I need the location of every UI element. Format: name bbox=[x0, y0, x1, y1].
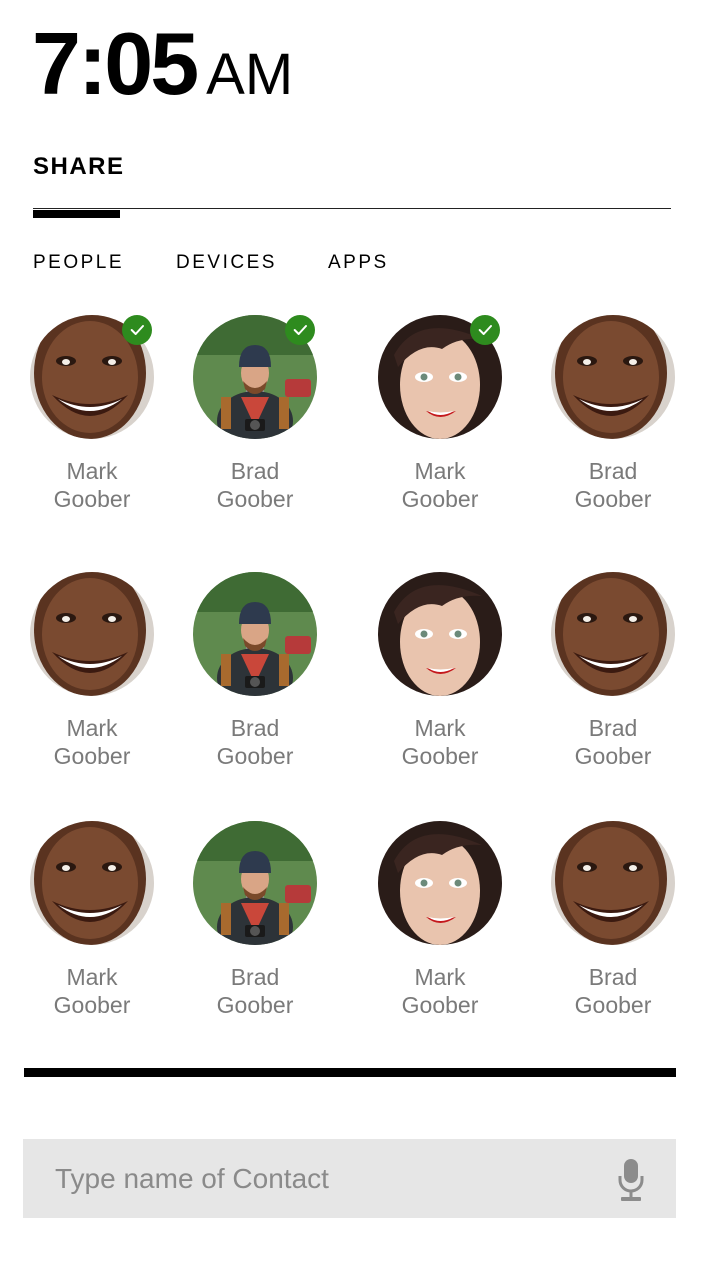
selected-check-icon bbox=[285, 315, 315, 345]
contact-card[interactable]: Mark Goober bbox=[355, 572, 525, 770]
contact-name: Brad Goober bbox=[170, 714, 340, 770]
tab-apps[interactable]: APPS bbox=[328, 252, 389, 274]
contact-card[interactable]: Brad Goober bbox=[528, 821, 698, 1019]
contact-card[interactable]: Brad Goober bbox=[528, 572, 698, 770]
contact-last-name: Goober bbox=[53, 486, 131, 512]
contact-card[interactable]: Brad Goober bbox=[528, 315, 698, 513]
avatar bbox=[551, 315, 675, 439]
contact-card[interactable]: Mark Goober bbox=[7, 572, 177, 770]
contact-search-input[interactable] bbox=[23, 1139, 615, 1218]
contact-avatar-wrap bbox=[551, 572, 675, 696]
tab-bar: PEOPLE DEVICES APPS bbox=[0, 252, 720, 276]
contact-avatar-wrap bbox=[30, 821, 154, 945]
contact-card[interactable]: Mark Goober bbox=[7, 315, 177, 513]
contact-first-name: Brad bbox=[230, 715, 280, 741]
avatar bbox=[30, 572, 154, 696]
contact-last-name: Goober bbox=[574, 486, 652, 512]
contact-last-name: Goober bbox=[216, 486, 294, 512]
contact-name: Mark Goober bbox=[7, 714, 177, 770]
tab-devices[interactable]: DEVICES bbox=[176, 252, 277, 274]
contact-last-name: Goober bbox=[401, 743, 479, 769]
contact-last-name: Goober bbox=[216, 992, 294, 1018]
contact-name: Brad Goober bbox=[528, 714, 698, 770]
avatar bbox=[551, 572, 675, 696]
contact-first-name: Brad bbox=[230, 964, 280, 990]
contact-last-name: Goober bbox=[53, 743, 131, 769]
clock: 7:05 AM bbox=[32, 20, 293, 108]
contact-last-name: Goober bbox=[216, 743, 294, 769]
contact-avatar-wrap bbox=[193, 821, 317, 945]
contact-last-name: Goober bbox=[574, 992, 652, 1018]
contact-name: Mark Goober bbox=[7, 963, 177, 1019]
microphone-icon[interactable] bbox=[616, 1157, 646, 1203]
contact-name: Mark Goober bbox=[7, 457, 177, 513]
avatar bbox=[551, 821, 675, 945]
contact-name: Brad Goober bbox=[170, 963, 340, 1019]
contact-name: Mark Goober bbox=[355, 714, 525, 770]
bottom-divider bbox=[24, 1068, 676, 1077]
contact-avatar-wrap bbox=[378, 572, 502, 696]
avatar bbox=[193, 572, 317, 696]
contact-card[interactable]: Brad Goober bbox=[170, 315, 340, 513]
contact-last-name: Goober bbox=[401, 992, 479, 1018]
contact-avatar-wrap bbox=[551, 315, 675, 439]
contact-name: Mark Goober bbox=[355, 963, 525, 1019]
contact-avatar-wrap bbox=[30, 315, 154, 439]
contact-last-name: Goober bbox=[401, 486, 479, 512]
contact-last-name: Goober bbox=[574, 743, 652, 769]
active-tab-indicator bbox=[33, 210, 120, 218]
contact-first-name: Brad bbox=[230, 458, 280, 484]
contact-avatar-wrap bbox=[551, 821, 675, 945]
selected-check-icon bbox=[122, 315, 152, 345]
contact-avatar-wrap bbox=[30, 572, 154, 696]
contact-card[interactable]: Mark Goober bbox=[355, 315, 525, 513]
contact-name: Brad Goober bbox=[528, 963, 698, 1019]
contact-card[interactable]: Brad Goober bbox=[170, 572, 340, 770]
contact-first-name: Brad bbox=[588, 964, 638, 990]
contact-avatar-wrap bbox=[378, 821, 502, 945]
clock-ampm: AM bbox=[206, 42, 294, 107]
tab-people[interactable]: PEOPLE bbox=[33, 252, 124, 274]
contact-search-bar bbox=[23, 1139, 676, 1218]
contact-name: Brad Goober bbox=[170, 457, 340, 513]
contact-first-name: Mark bbox=[66, 715, 118, 741]
clock-time: 7:05 bbox=[32, 14, 199, 113]
contact-name: Mark Goober bbox=[355, 457, 525, 513]
contact-avatar-wrap bbox=[193, 315, 317, 439]
contact-first-name: Brad bbox=[588, 715, 638, 741]
contact-first-name: Mark bbox=[66, 964, 118, 990]
contact-first-name: Mark bbox=[66, 458, 118, 484]
contact-first-name: Mark bbox=[414, 964, 466, 990]
contact-name: Brad Goober bbox=[528, 457, 698, 513]
contact-last-name: Goober bbox=[53, 992, 131, 1018]
avatar bbox=[193, 821, 317, 945]
contact-avatar-wrap bbox=[378, 315, 502, 439]
contact-card[interactable]: Brad Goober bbox=[170, 821, 340, 1019]
page-title: SHARE bbox=[33, 153, 125, 180]
contact-first-name: Mark bbox=[414, 715, 466, 741]
contact-card[interactable]: Mark Goober bbox=[7, 821, 177, 1019]
avatar bbox=[378, 821, 502, 945]
contact-first-name: Brad bbox=[588, 458, 638, 484]
contact-first-name: Mark bbox=[414, 458, 466, 484]
avatar bbox=[378, 572, 502, 696]
contact-card[interactable]: Mark Goober bbox=[355, 821, 525, 1019]
contact-avatar-wrap bbox=[193, 572, 317, 696]
tab-divider-line bbox=[33, 208, 671, 209]
avatar bbox=[30, 821, 154, 945]
selected-check-icon bbox=[470, 315, 500, 345]
